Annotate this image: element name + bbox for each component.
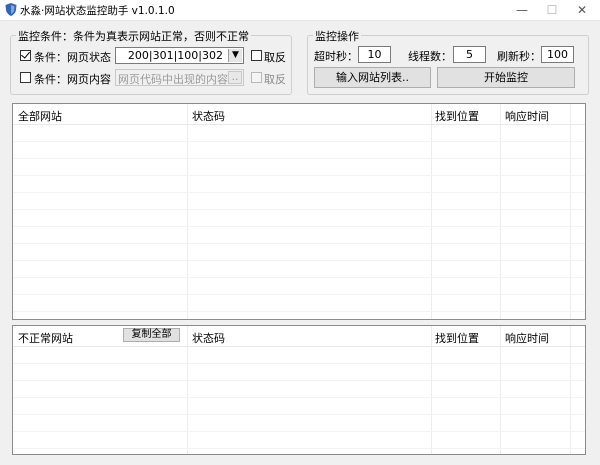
threads-value: 5 bbox=[466, 48, 473, 61]
col-abnormal-response-time[interactable]: 响应时间 bbox=[505, 330, 549, 346]
status-invert-checkbox[interactable] bbox=[251, 50, 262, 61]
all-sites-list[interactable]: 全部网站 状态码 找到位置 响应时间 bbox=[12, 103, 586, 320]
content-invert-checkbox[interactable] bbox=[251, 72, 262, 83]
status-invert-label: 取反 bbox=[264, 51, 286, 64]
col-abnormal-status-code[interactable]: 状态码 bbox=[192, 330, 225, 346]
minimize-button[interactable]: — bbox=[507, 0, 537, 20]
content-invert-label: 取反 bbox=[264, 73, 286, 86]
timeout-value: 10 bbox=[367, 48, 382, 61]
timeout-input[interactable]: 10 bbox=[358, 46, 391, 63]
content-input-placeholder: 网页代码中出现的内容 bbox=[118, 73, 228, 86]
refresh-value: 100 bbox=[547, 48, 568, 61]
window-title: 水淼·网站状态监控助手 v1.0.1.0 bbox=[20, 5, 175, 17]
status-condition-checkbox[interactable] bbox=[20, 50, 31, 61]
import-sites-button[interactable]: 输入网站列表.. bbox=[314, 67, 431, 88]
content-condition-label: 条件：网页内容 bbox=[34, 73, 111, 86]
content-condition-checkbox[interactable] bbox=[20, 72, 31, 83]
col-found-position[interactable]: 找到位置 bbox=[435, 108, 479, 124]
col-all-sites[interactable]: 全部网站 bbox=[18, 108, 62, 124]
content-browse-button[interactable]: .. bbox=[228, 71, 242, 84]
start-monitor-button[interactable]: 开始监控 bbox=[437, 67, 575, 88]
abnormal-sites-list[interactable]: 不正常网站 复制全部 状态码 找到位置 响应时间 bbox=[12, 325, 586, 455]
refresh-input[interactable]: 100 bbox=[541, 46, 574, 63]
dropdown-arrow-icon[interactable]: ▼ bbox=[228, 49, 242, 62]
copy-all-button[interactable]: 复制全部 bbox=[123, 328, 180, 342]
conditions-group-title: 监控条件：条件为真表示网站正常，否则不正常 bbox=[16, 28, 251, 44]
col-abnormal-sites[interactable]: 不正常网站 bbox=[18, 330, 73, 346]
title-bar[interactable]: 水淼·网站状态监控助手 v1.0.1.0 — ☐ ✕ bbox=[0, 0, 600, 21]
operations-group-title: 监控操作 bbox=[313, 28, 361, 44]
col-response-time[interactable]: 响应时间 bbox=[505, 108, 549, 124]
status-codes-combo[interactable]: 200|301|100|302 ▼ bbox=[115, 47, 244, 64]
content-input[interactable]: 网页代码中出现的内容 .. bbox=[115, 69, 244, 86]
refresh-label: 刷新秒： bbox=[497, 50, 541, 63]
close-button[interactable]: ✕ bbox=[567, 0, 597, 20]
col-abnormal-found-position[interactable]: 找到位置 bbox=[435, 330, 479, 346]
app-shield-icon bbox=[5, 3, 17, 16]
status-condition-label: 条件：网页状态 bbox=[34, 51, 111, 64]
status-codes-value: 200|301|100|302 bbox=[127, 49, 223, 62]
timeout-label: 超时秒： bbox=[314, 50, 358, 63]
maximize-button[interactable]: ☐ bbox=[537, 0, 567, 20]
col-status-code[interactable]: 状态码 bbox=[192, 108, 225, 124]
threads-label: 线程数： bbox=[408, 50, 452, 63]
threads-input[interactable]: 5 bbox=[453, 46, 486, 63]
